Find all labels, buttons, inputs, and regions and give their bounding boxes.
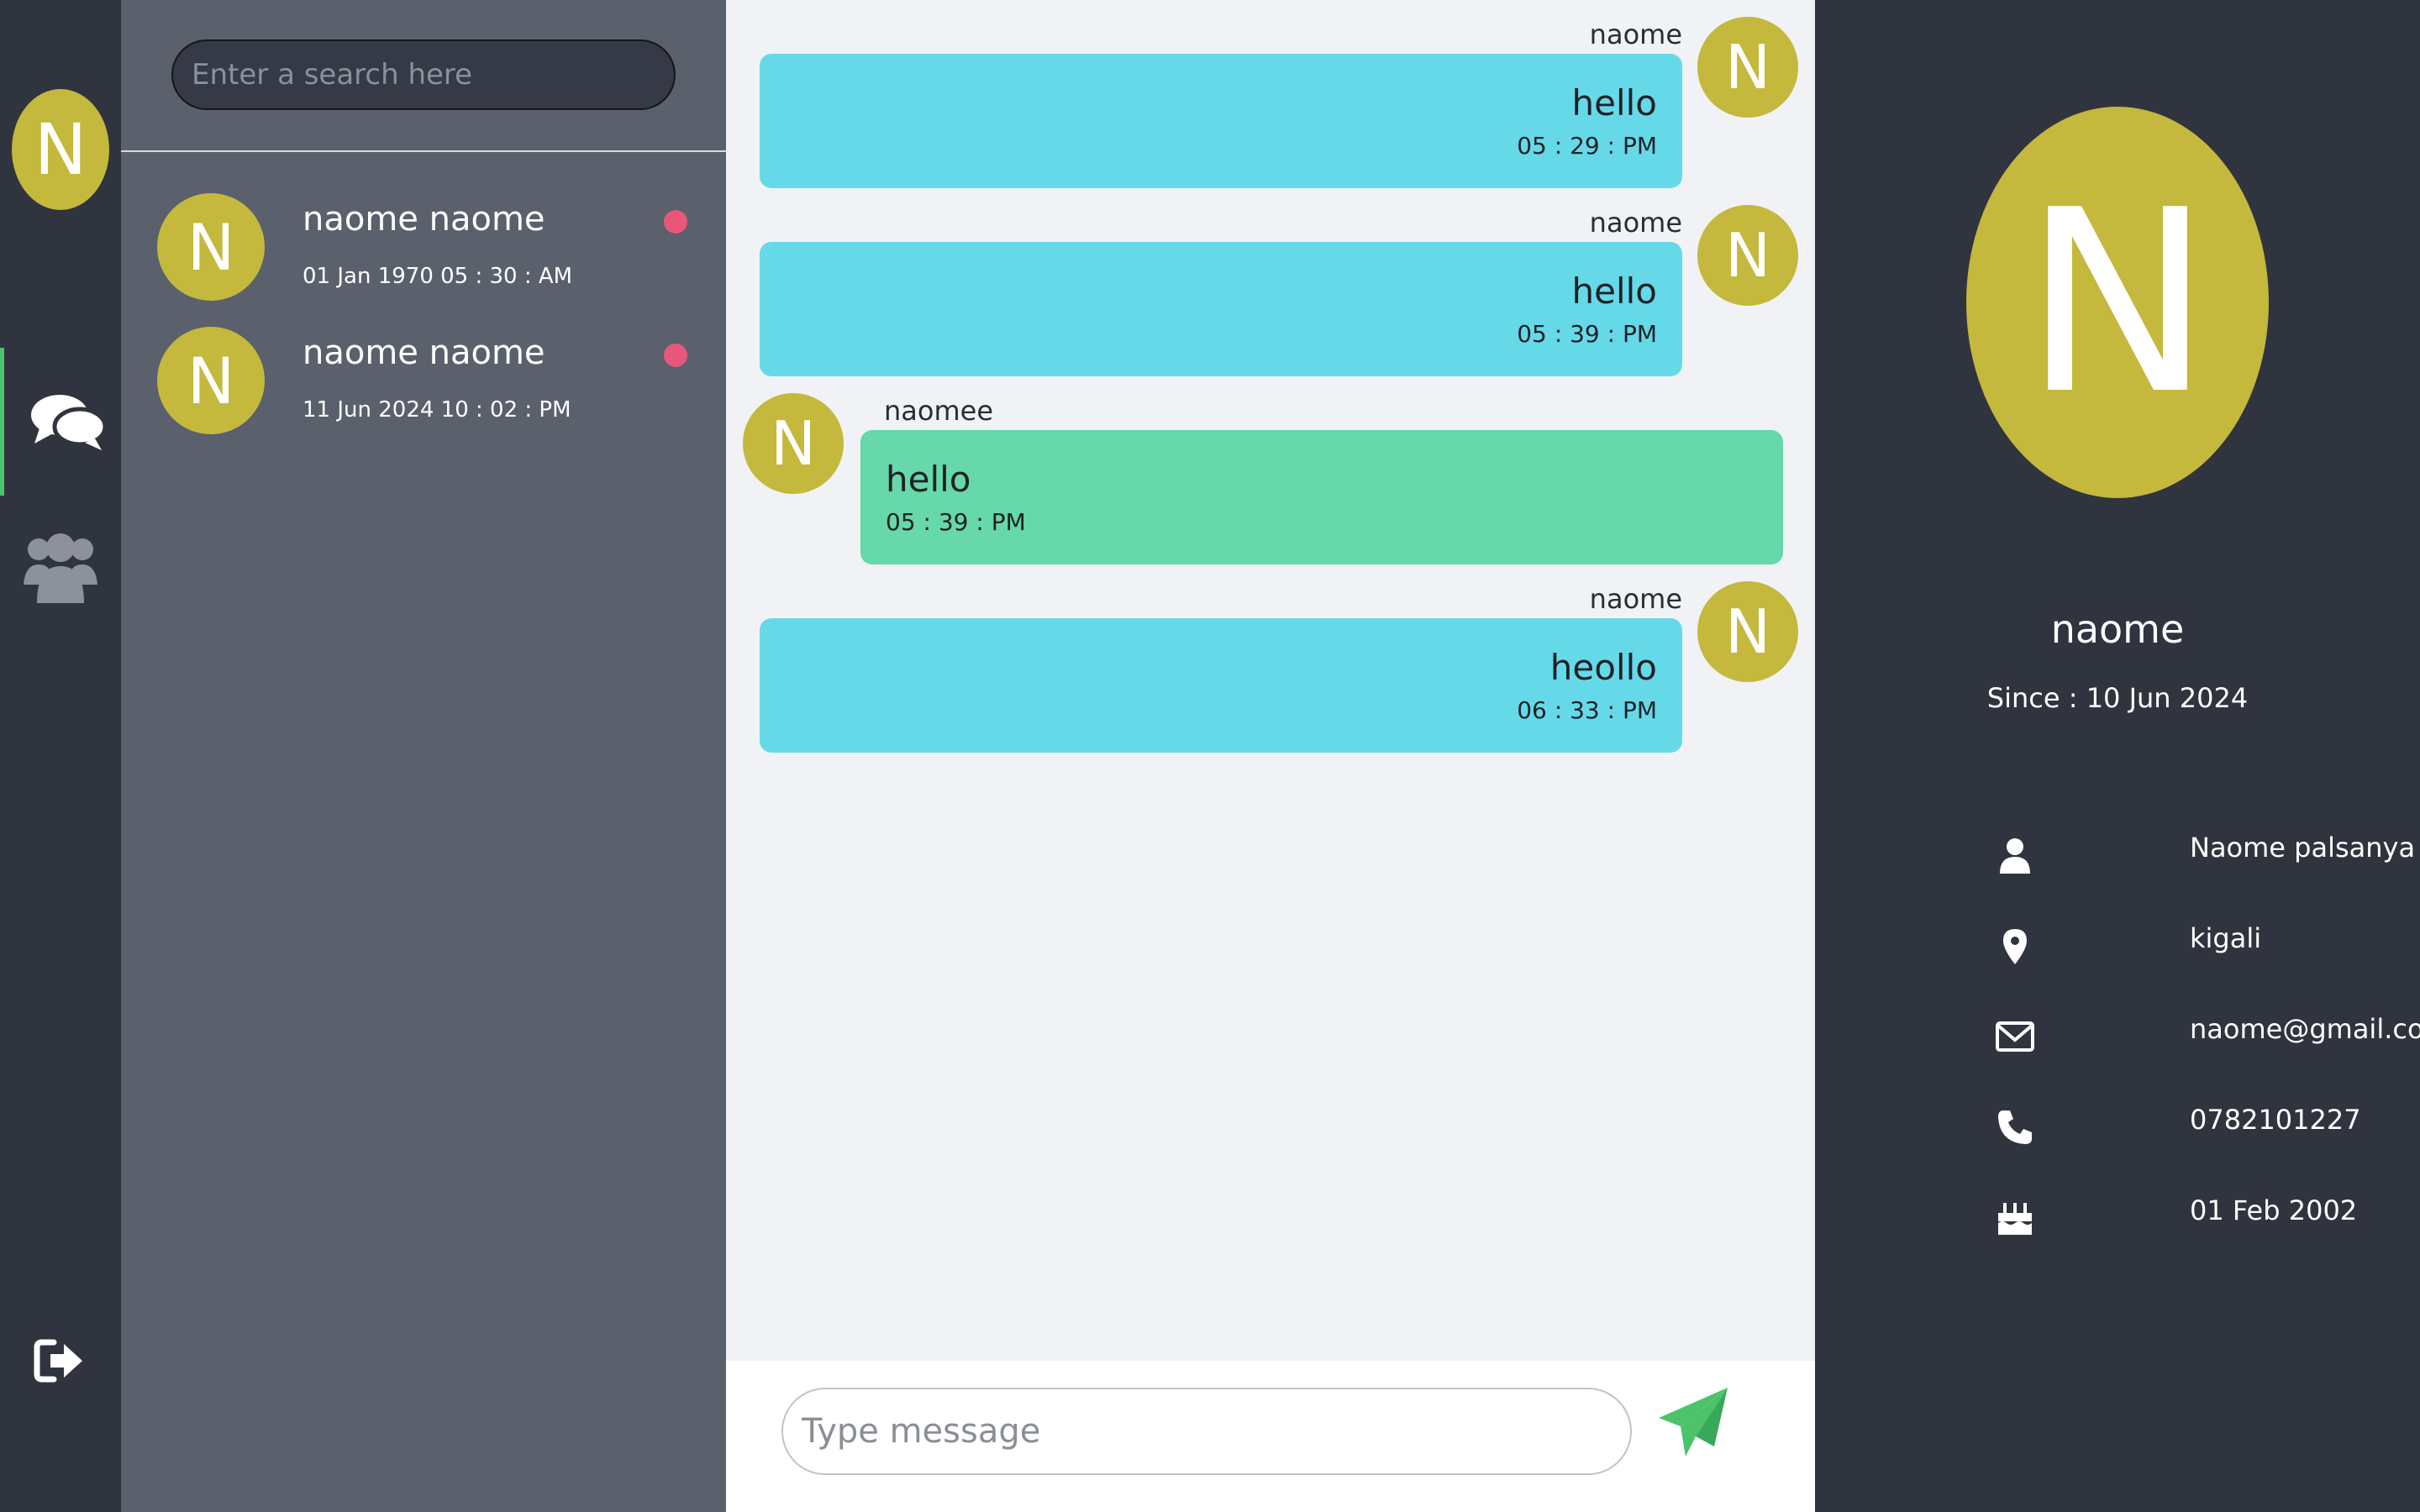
message-input[interactable] bbox=[802, 1412, 1612, 1451]
logout-icon bbox=[34, 1339, 82, 1383]
current-user-avatar[interactable]: N bbox=[12, 89, 109, 210]
message-text: hello bbox=[886, 459, 971, 500]
message-time: 06 : 33 : PM bbox=[1517, 696, 1657, 724]
conversation-item[interactable]: N naome naome 01 Jan 1970 05 : 30 : AM bbox=[121, 193, 726, 319]
message-text: heollo bbox=[1549, 647, 1657, 688]
unread-indicator bbox=[664, 344, 687, 367]
birthday-cake-icon bbox=[1998, 1203, 2032, 1235]
search-input[interactable] bbox=[192, 58, 655, 92]
send-button[interactable] bbox=[1655, 1384, 1733, 1462]
message-bubble: heollo 06 : 33 : PM bbox=[760, 618, 1682, 753]
message-time: 05 : 39 : PM bbox=[886, 508, 1026, 536]
left-rail: N bbox=[0, 0, 121, 1512]
profile-fullname: Naome palsanya bbox=[2190, 832, 2416, 864]
search-box[interactable] bbox=[171, 39, 676, 110]
avatar: N bbox=[1697, 17, 1798, 118]
profile-fullname-row: Naome palsanya bbox=[1995, 830, 2415, 880]
message-bubble: hello 05 : 39 : PM bbox=[860, 430, 1783, 564]
message-sender: naomee bbox=[884, 395, 994, 427]
nav-chats-button[interactable] bbox=[0, 348, 121, 496]
message-time: 05 : 39 : PM bbox=[1517, 320, 1657, 348]
conversation-list-panel: N naome naome 01 Jan 1970 05 : 30 : AM N… bbox=[121, 0, 726, 1512]
member-since: Since : 10 Jun 2024 bbox=[1986, 682, 2249, 714]
map-pin-icon bbox=[2003, 929, 2027, 964]
conversation-timestamp: 01 Jan 1970 05 : 30 : AM bbox=[302, 264, 573, 289]
avatar: N bbox=[743, 393, 844, 494]
profile-birthday: 01 Feb 2002 bbox=[2190, 1194, 2358, 1226]
message-sender: naome bbox=[1589, 18, 1682, 50]
conversation-name: naome naome bbox=[302, 333, 545, 372]
profile-phone-row: 0782101227 bbox=[1995, 1102, 2398, 1152]
profile-phone: 0782101227 bbox=[2190, 1104, 2361, 1136]
message-bubble: hello 05 : 39 : PM bbox=[760, 242, 1682, 376]
avatar: N bbox=[1697, 581, 1798, 682]
profile-email-row: naome@gmail.com bbox=[1995, 1011, 2420, 1062]
profile-name: naome bbox=[2050, 606, 2185, 652]
profile-location-row: kigali bbox=[1995, 921, 2398, 971]
message-sender: naome bbox=[1589, 583, 1682, 615]
phone-icon bbox=[1998, 1110, 2032, 1144]
conversation-name: naome naome bbox=[302, 200, 545, 239]
users-group-icon bbox=[24, 533, 97, 603]
user-icon bbox=[2000, 838, 2030, 874]
message-sender: naome bbox=[1589, 207, 1682, 239]
avatar: N bbox=[1697, 205, 1798, 306]
conversation-item[interactable]: N naome naome 11 Jun 2024 10 : 02 : PM bbox=[121, 327, 726, 453]
logout-button[interactable] bbox=[34, 1337, 86, 1384]
profile-email: naome@gmail.com bbox=[2190, 1013, 2420, 1045]
profile-avatar: N bbox=[1966, 107, 2269, 498]
message-text: hello bbox=[1571, 270, 1658, 312]
profile-birthday-row: 01 Feb 2002 bbox=[1995, 1193, 2398, 1243]
profile-location: kigali bbox=[2190, 922, 2262, 954]
message-text: hello bbox=[1571, 82, 1658, 123]
paper-plane-icon bbox=[1659, 1388, 1728, 1457]
envelope-icon bbox=[1996, 1021, 2034, 1052]
divider bbox=[121, 150, 726, 152]
nav-groups-button[interactable] bbox=[22, 529, 99, 605]
message-time: 05 : 29 : PM bbox=[1517, 132, 1657, 160]
avatar: N bbox=[157, 327, 265, 434]
chat-bubbles-icon bbox=[31, 395, 107, 450]
chat-panel: naome N hello 05 : 29 : PM naome N hello… bbox=[726, 0, 1815, 1512]
conversation-timestamp: 11 Jun 2024 10 : 02 : PM bbox=[302, 397, 571, 423]
avatar: N bbox=[157, 193, 265, 301]
message-input-box[interactable] bbox=[781, 1388, 1632, 1475]
message-bubble: hello 05 : 29 : PM bbox=[760, 54, 1682, 188]
profile-panel: N naome Since : 10 Jun 2024 Naome palsan… bbox=[1815, 0, 2420, 1512]
message-composer bbox=[726, 1361, 1815, 1512]
unread-indicator bbox=[664, 210, 687, 234]
